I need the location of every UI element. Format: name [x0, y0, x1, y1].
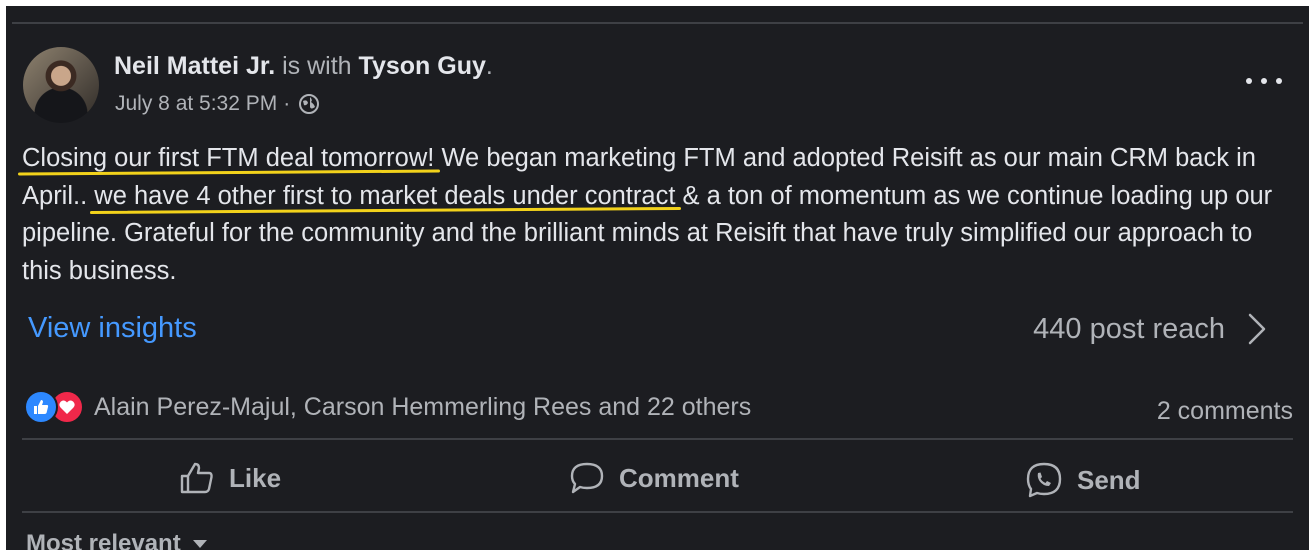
ellipsis-icon-dot — [1261, 78, 1267, 84]
facebook-post-card: Neil Mattei Jr. is with Tyson Guy. July … — [6, 6, 1309, 550]
comment-label: Comment — [619, 462, 739, 493]
comment-bubble-icon — [570, 462, 604, 494]
thumbs-up-icon — [180, 462, 213, 494]
view-insights-link[interactable]: View insights — [28, 312, 197, 345]
author-avatar[interactable] — [23, 47, 99, 123]
messenger-icon — [1026, 462, 1062, 498]
engagement-divider — [22, 438, 1293, 440]
with-text: is with — [282, 52, 352, 80]
tagged-person[interactable]: Tyson Guy — [359, 52, 486, 80]
caret-down-icon — [192, 540, 207, 548]
reactions-summary[interactable]: Alain Perez-Majul, Carson Hemmerling Ree… — [24, 390, 751, 424]
like-reaction-icon — [24, 390, 58, 424]
more-options-button[interactable] — [1246, 69, 1282, 93]
send-label: Send — [1077, 464, 1141, 495]
like-label: Like — [229, 462, 282, 493]
highlighted-text-1: Closing our first FTM deal tomorrow! — [22, 144, 435, 172]
post-timestamp[interactable]: July 8 at 5:32 PM — [115, 92, 277, 116]
post-text: Closing our first FTM deal tomorrow! We … — [22, 140, 1297, 290]
comments-sort-dropdown[interactable]: Most relevant — [26, 530, 207, 550]
top-divider — [12, 22, 1303, 24]
tagged-suffix: . — [485, 52, 493, 80]
post-reach[interactable]: 440 post reach — [1033, 312, 1267, 346]
actions-divider — [22, 511, 1293, 513]
comment-button[interactable]: Comment — [569, 461, 739, 495]
globe-icon[interactable] — [298, 93, 320, 115]
sort-label: Most relevant — [26, 530, 181, 550]
reactors-text: Alain Perez-Majul, Carson Hemmerling Ree… — [94, 392, 752, 421]
meta-separator: · — [283, 92, 291, 115]
post-header: Neil Mattei Jr. is with Tyson Guy. — [114, 52, 493, 81]
post-meta: July 8 at 5:32 PM · — [115, 92, 320, 116]
author-name[interactable]: Neil Mattei Jr. — [114, 52, 275, 80]
comments-count[interactable]: 2 comments — [1157, 397, 1293, 426]
ellipsis-icon-dot — [1246, 78, 1252, 84]
chevron-right-icon — [1248, 313, 1266, 345]
highlighted-text-2: we have 4 other first to market deals un… — [94, 181, 676, 210]
like-button[interactable]: Like — [179, 461, 281, 495]
post-reach-label: 440 post reach — [1033, 312, 1225, 345]
ellipsis-icon-dot — [1276, 78, 1282, 84]
send-button[interactable]: Send — [1025, 461, 1141, 499]
